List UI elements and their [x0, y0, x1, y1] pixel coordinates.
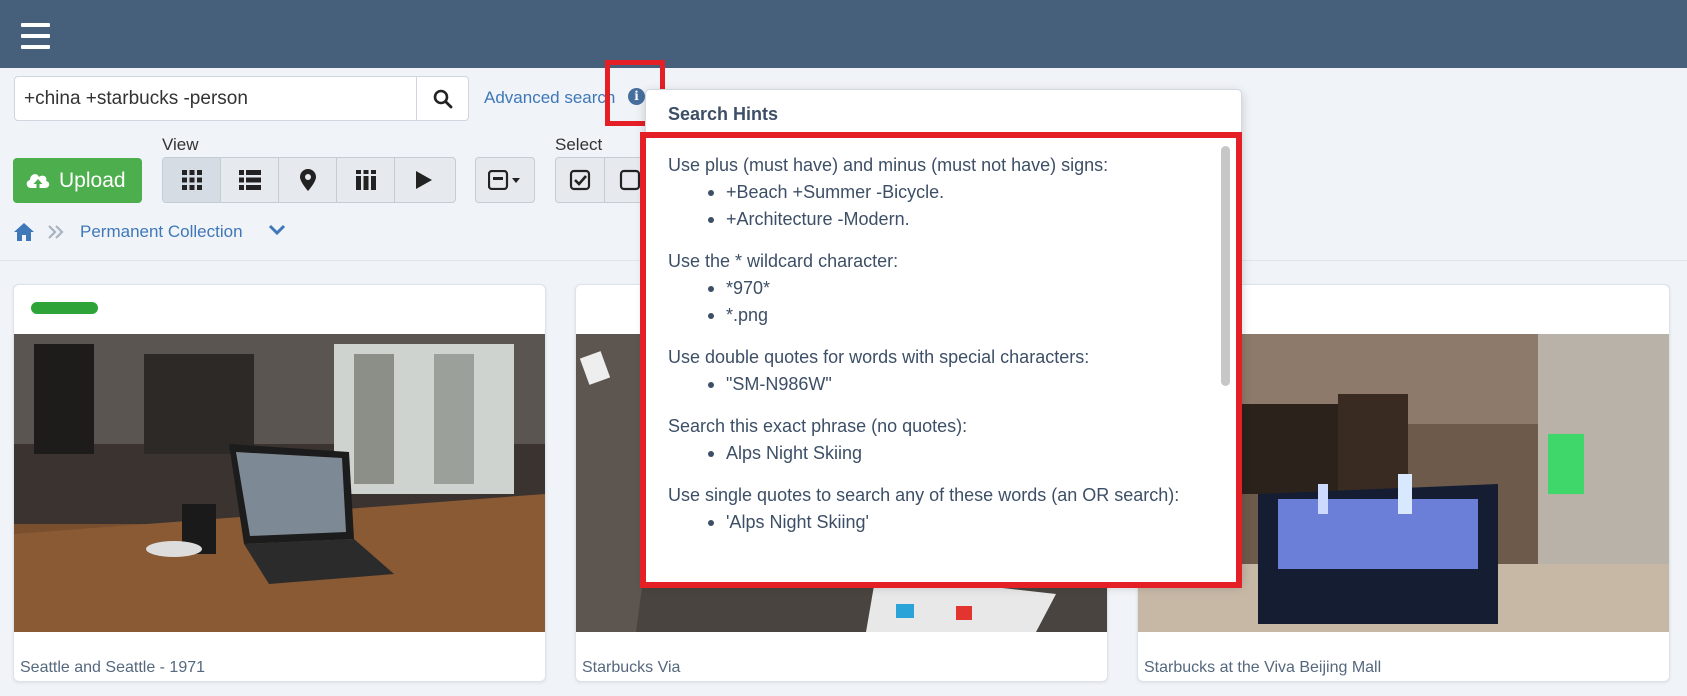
cloud-upload-icon	[26, 173, 50, 190]
card-caption: Starbucks at the Viva Beijing Mall	[1144, 659, 1382, 676]
breadcrumb	[13, 220, 65, 244]
upload-button[interactable]: Upload	[13, 158, 142, 203]
grid-icon	[181, 170, 202, 190]
photo-card[interactable]: Seattle and Seattle - 1971	[13, 284, 546, 682]
search-hints-body: Use plus (must have) and minus (must not…	[640, 132, 1242, 588]
hint-group: Use single quotes to search any of these…	[668, 482, 1208, 536]
search-button[interactable]	[416, 77, 468, 120]
card-size-icon	[488, 170, 520, 190]
hint-heading: Use double quotes for words with special…	[668, 347, 1090, 367]
hint-example: *970*	[708, 275, 1208, 302]
hint-example: 'Alps Night Skiing'	[708, 509, 1208, 536]
breadcrumb-collection-link[interactable]: Permanent Collection	[80, 222, 243, 242]
home-icon[interactable]	[13, 222, 35, 242]
view-map-button[interactable]	[279, 158, 337, 202]
card-caption: Seattle and Seattle - 1971	[20, 659, 206, 676]
view-list-button[interactable]	[221, 158, 279, 202]
advanced-search-link[interactable]: Advanced search	[484, 88, 615, 108]
hint-heading: Use the * wildcard character:	[668, 251, 899, 271]
search-icon	[433, 89, 452, 108]
card-caption: Starbucks Via	[582, 659, 681, 676]
hint-group: Use plus (must have) and minus (must not…	[668, 152, 1208, 233]
hint-example: +Architecture -Modern.	[708, 206, 1208, 233]
view-label: View	[162, 135, 199, 154]
hint-example: +Beach +Summer -Bicycle.	[708, 179, 1208, 206]
slideshow-button[interactable]	[395, 158, 453, 202]
play-icon	[416, 171, 432, 189]
map-marker-icon	[299, 169, 316, 191]
check-square-icon	[569, 169, 591, 191]
hint-example: Alps Night Skiing	[708, 440, 1208, 467]
hint-group: Use the * wildcard character: *970* *.pn…	[668, 248, 1208, 329]
list-icon	[238, 170, 261, 190]
square-icon	[619, 169, 640, 191]
search-input[interactable]	[15, 77, 417, 120]
select-all-button[interactable]	[556, 158, 606, 202]
view-columns-button[interactable]	[337, 158, 395, 202]
photo-thumbnail[interactable]	[14, 334, 545, 632]
view-mode-group	[162, 157, 456, 203]
chevron-down-icon[interactable]	[268, 223, 286, 237]
columns-icon	[355, 170, 376, 190]
card-size-button[interactable]	[476, 158, 534, 202]
hint-group: Use double quotes for words with special…	[668, 344, 1208, 398]
hamburger-menu-icon[interactable]	[21, 23, 50, 49]
top-bar	[0, 0, 1687, 68]
select-label: Select	[555, 135, 603, 154]
search-hints-title: Search Hints	[668, 104, 779, 124]
hint-example: *.png	[708, 302, 1208, 329]
scrollbar-thumb[interactable]	[1221, 146, 1230, 386]
double-chevron-right-icon	[48, 225, 64, 239]
card-size-dropdown[interactable]	[475, 157, 535, 203]
upload-label: Upload	[59, 168, 126, 192]
hint-heading: Search this exact phrase (no quotes):	[668, 416, 968, 436]
view-grid-button[interactable]	[163, 158, 221, 202]
status-badge	[31, 302, 98, 314]
search-box	[14, 76, 469, 121]
hint-heading: Use plus (must have) and minus (must not…	[668, 155, 1109, 175]
hint-example: "SM-N986W"	[708, 371, 1208, 398]
hint-group: Search this exact phrase (no quotes): Al…	[668, 413, 1208, 467]
hint-heading: Use single quotes to search any of these…	[668, 485, 1180, 505]
